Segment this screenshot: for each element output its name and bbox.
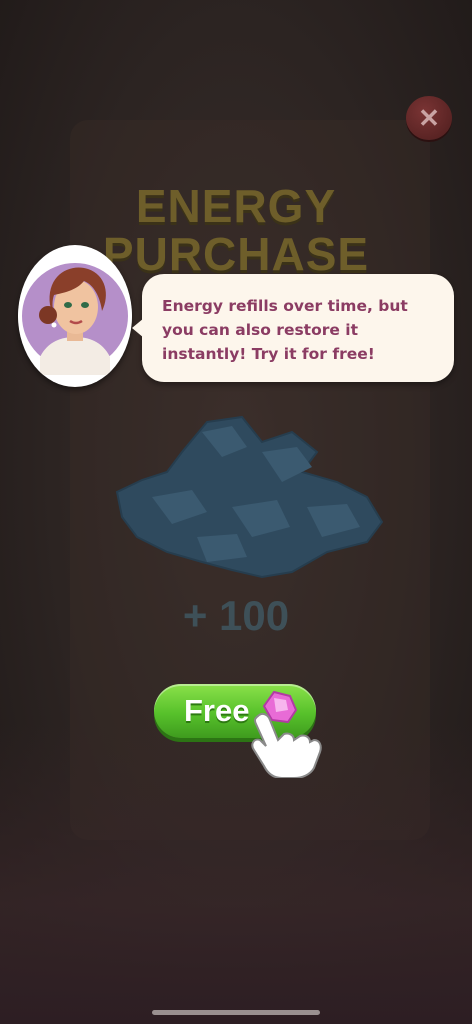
- close-button[interactable]: ✕: [406, 96, 452, 140]
- home-indicator[interactable]: [152, 1010, 320, 1015]
- background-scenery: [0, 724, 472, 1024]
- assistant-avatar: [18, 245, 132, 387]
- free-button-label: Free: [184, 693, 250, 728]
- energy-bolt-pile-icon: [115, 415, 384, 579]
- energy-amount: + 100: [182, 592, 290, 639]
- close-icon: ✕: [418, 102, 440, 133]
- pointing-hand-icon: [251, 690, 322, 778]
- title-line-1: ENERGY: [135, 180, 337, 232]
- tutorial-message: Energy refills over time, but you can al…: [162, 297, 408, 363]
- tutorial-speech-bubble: Energy refills over time, but you can al…: [132, 274, 454, 382]
